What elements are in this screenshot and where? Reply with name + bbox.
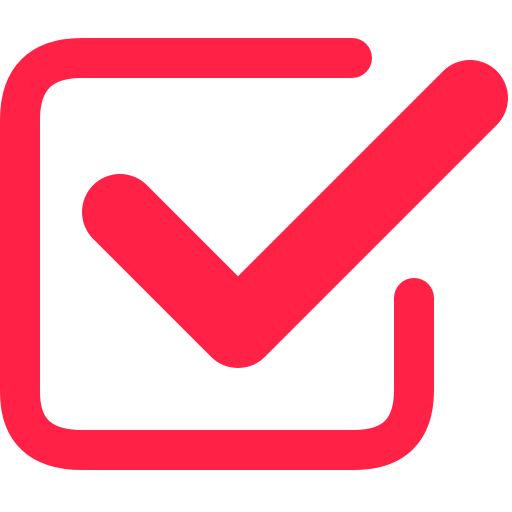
icon-canvas: [0, 0, 512, 512]
checkbox-checked-icon: [0, 38, 508, 470]
